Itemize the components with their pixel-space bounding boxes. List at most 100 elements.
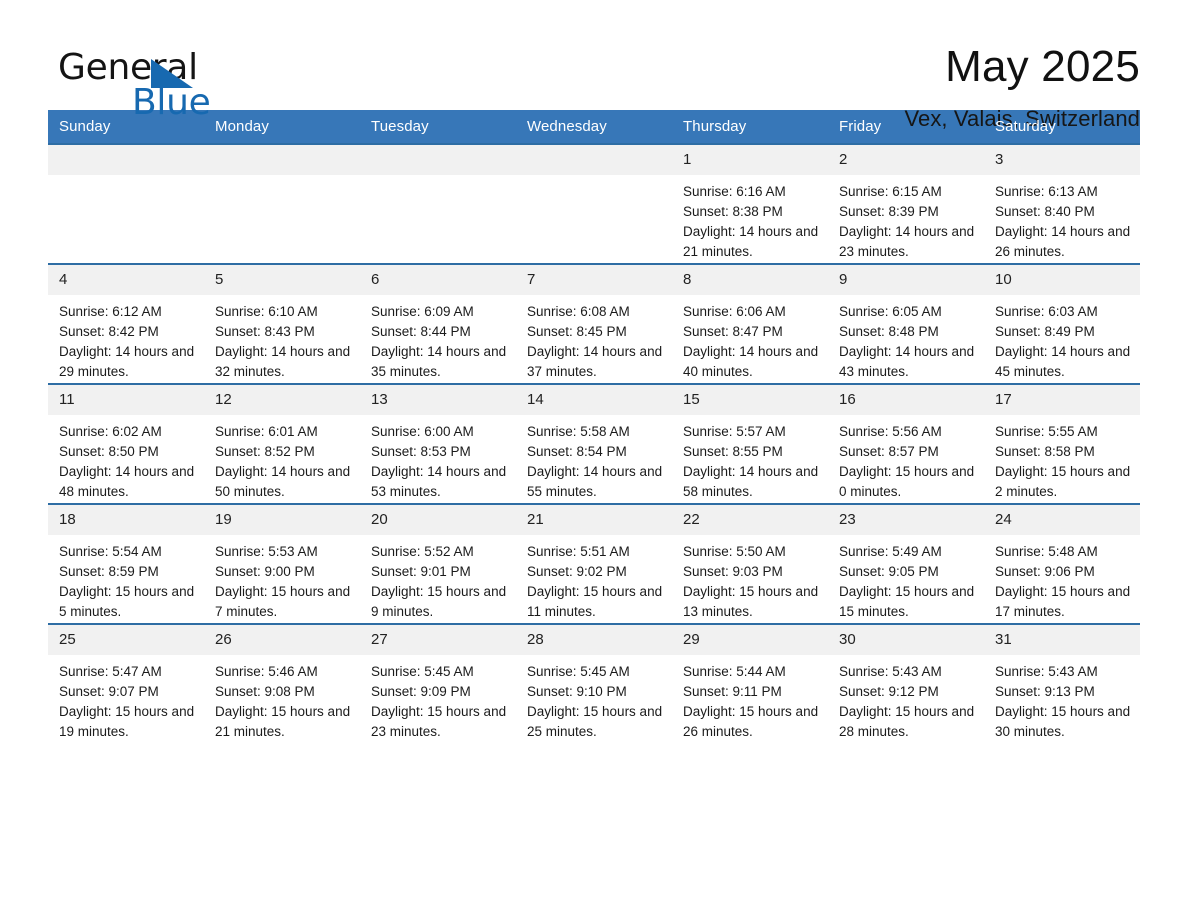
sunset-text: Sunset: 9:03 PM xyxy=(683,564,783,579)
sunset-text: Sunset: 9:00 PM xyxy=(215,564,315,579)
brand-word-blue: Blue xyxy=(132,82,211,123)
day-details: Sunrise: 6:06 AM Sunset: 8:47 PM Daylight:… xyxy=(672,295,828,382)
calendar-day-cell[interactable]: 25 Sunrise: 5:47 AM Sunset: 9:07 PM Dayligh… xyxy=(48,623,204,743)
calendar-day-cell[interactable]: 8 Sunrise: 6:06 AM Sunset: 8:47 PM Daylight… xyxy=(672,263,828,384)
calendar-day-cell[interactable]: 21 Sunrise: 5:51 AM Sunset: 9:02 PM Dayligh… xyxy=(516,503,672,624)
day-number: 9 xyxy=(828,265,984,295)
calendar-day-cell[interactable]: 16 Sunrise: 5:56 AM Sunset: 8:57 PM Dayligh… xyxy=(828,383,984,504)
sunset-text: Sunset: 9:05 PM xyxy=(839,564,939,579)
day-details: Sunrise: 6:13 AM Sunset: 8:40 PM Daylight:… xyxy=(984,175,1140,262)
day-details: Sunrise: 5:54 AM Sunset: 8:59 PM Daylight:… xyxy=(48,535,204,622)
weekday-header-thursday: Thursday xyxy=(672,110,828,144)
calendar-day-cell[interactable]: 2 Sunrise: 6:15 AM Sunset: 8:39 PM Daylight… xyxy=(828,143,984,264)
day-number: 15 xyxy=(672,385,828,415)
sunrise-text: Sunrise: 5:55 AM xyxy=(995,424,1098,439)
sunrise-text: Sunrise: 5:47 AM xyxy=(59,664,162,679)
sunrise-text: Sunrise: 5:58 AM xyxy=(527,424,630,439)
daylight-text: Daylight: 15 hours and 30 minutes. xyxy=(995,704,1134,739)
calendar-day-cell-empty xyxy=(204,143,360,264)
calendar-day-cell[interactable]: 10 Sunrise: 6:03 AM Sunset: 8:49 PM Dayligh… xyxy=(984,263,1140,384)
calendar-day-cell[interactable]: 4 Sunrise: 6:12 AM Sunset: 8:42 PM Daylight… xyxy=(48,263,204,384)
calendar-day-cell[interactable]: 13 Sunrise: 6:00 AM Sunset: 8:53 PM Dayligh… xyxy=(360,383,516,504)
weekday-header-tuesday: Tuesday xyxy=(360,110,516,144)
day-number: 25 xyxy=(48,625,204,655)
day-details: Sunrise: 5:43 AM Sunset: 9:12 PM Daylight:… xyxy=(828,655,984,742)
day-number xyxy=(360,145,516,175)
sunrise-text: Sunrise: 6:02 AM xyxy=(59,424,162,439)
day-details: Sunrise: 5:48 AM Sunset: 9:06 PM Daylight:… xyxy=(984,535,1140,622)
daylight-text: Daylight: 14 hours and 58 minutes. xyxy=(683,464,822,499)
calendar-day-cell[interactable]: 20 Sunrise: 5:52 AM Sunset: 9:01 PM Dayligh… xyxy=(360,503,516,624)
calendar-day-cell[interactable]: 24 Sunrise: 5:48 AM Sunset: 9:06 PM Dayligh… xyxy=(984,503,1140,624)
calendar-day-cell[interactable]: 27 Sunrise: 5:45 AM Sunset: 9:09 PM Dayligh… xyxy=(360,623,516,743)
calendar-day-cell[interactable]: 7 Sunrise: 6:08 AM Sunset: 8:45 PM Daylight… xyxy=(516,263,672,384)
calendar-day-cell[interactable]: 14 Sunrise: 5:58 AM Sunset: 8:54 PM Dayligh… xyxy=(516,383,672,504)
day-details: Sunrise: 6:01 AM Sunset: 8:52 PM Daylight:… xyxy=(204,415,360,502)
calendar-day-cell[interactable]: 18 Sunrise: 5:54 AM Sunset: 8:59 PM Dayligh… xyxy=(48,503,204,624)
sunrise-text: Sunrise: 5:56 AM xyxy=(839,424,942,439)
day-number: 7 xyxy=(516,265,672,295)
daylight-text: Daylight: 14 hours and 37 minutes. xyxy=(527,344,666,379)
day-number: 2 xyxy=(828,145,984,175)
day-details: Sunrise: 5:57 AM Sunset: 8:55 PM Daylight:… xyxy=(672,415,828,502)
calendar-day-cell[interactable]: 30 Sunrise: 5:43 AM Sunset: 9:12 PM Dayligh… xyxy=(828,623,984,743)
day-details: Sunrise: 6:05 AM Sunset: 8:48 PM Daylight:… xyxy=(828,295,984,382)
sunset-text: Sunset: 9:02 PM xyxy=(527,564,627,579)
calendar-day-cell[interactable]: 12 Sunrise: 6:01 AM Sunset: 8:52 PM Dayligh… xyxy=(204,383,360,504)
calendar-day-cell[interactable]: 9 Sunrise: 6:05 AM Sunset: 8:48 PM Daylight… xyxy=(828,263,984,384)
daylight-text: Daylight: 14 hours and 29 minutes. xyxy=(59,344,198,379)
daylight-text: Daylight: 15 hours and 7 minutes. xyxy=(215,584,354,619)
sunset-text: Sunset: 9:13 PM xyxy=(995,684,1095,699)
day-details: Sunrise: 5:58 AM Sunset: 8:54 PM Daylight:… xyxy=(516,415,672,502)
sunrise-text: Sunrise: 6:12 AM xyxy=(59,304,162,319)
calendar-week-row: 25 Sunrise: 5:47 AM Sunset: 9:07 PM Dayligh… xyxy=(48,623,1140,743)
day-details: Sunrise: 5:52 AM Sunset: 9:01 PM Daylight:… xyxy=(360,535,516,622)
calendar-page: General Blue May 2025 Vex, Valais, Switz… xyxy=(0,0,1188,918)
daylight-text: Daylight: 14 hours and 43 minutes. xyxy=(839,344,978,379)
sunrise-text: Sunrise: 6:08 AM xyxy=(527,304,630,319)
calendar-day-cell[interactable]: 26 Sunrise: 5:46 AM Sunset: 9:08 PM Dayligh… xyxy=(204,623,360,743)
sunset-text: Sunset: 8:40 PM xyxy=(995,204,1095,219)
daylight-text: Daylight: 15 hours and 21 minutes. xyxy=(215,704,354,739)
sunrise-text: Sunrise: 5:48 AM xyxy=(995,544,1098,559)
day-number: 17 xyxy=(984,385,1140,415)
sunset-text: Sunset: 9:07 PM xyxy=(59,684,159,699)
daylight-text: Daylight: 14 hours and 50 minutes. xyxy=(215,464,354,499)
sunset-text: Sunset: 8:47 PM xyxy=(683,324,783,339)
calendar-day-cell[interactable]: 1 Sunrise: 6:16 AM Sunset: 8:38 PM Daylight… xyxy=(672,143,828,264)
sunrise-text: Sunrise: 6:06 AM xyxy=(683,304,786,319)
day-number xyxy=(204,145,360,175)
calendar-day-cell[interactable]: 5 Sunrise: 6:10 AM Sunset: 8:43 PM Daylight… xyxy=(204,263,360,384)
daylight-text: Daylight: 14 hours and 55 minutes. xyxy=(527,464,666,499)
sunrise-text: Sunrise: 5:54 AM xyxy=(59,544,162,559)
sunrise-text: Sunrise: 5:43 AM xyxy=(995,664,1098,679)
calendar-day-cell[interactable]: 28 Sunrise: 5:45 AM Sunset: 9:10 PM Dayligh… xyxy=(516,623,672,743)
calendar-day-cell[interactable]: 23 Sunrise: 5:49 AM Sunset: 9:05 PM Dayligh… xyxy=(828,503,984,624)
general-blue-logo[interactable]: General Blue xyxy=(48,42,258,123)
calendar-day-cell[interactable]: 22 Sunrise: 5:50 AM Sunset: 9:03 PM Dayligh… xyxy=(672,503,828,624)
sunrise-text: Sunrise: 6:05 AM xyxy=(839,304,942,319)
calendar-day-cell[interactable]: 3 Sunrise: 6:13 AM Sunset: 8:40 PM Daylight… xyxy=(984,143,1140,264)
daylight-text: Daylight: 15 hours and 23 minutes. xyxy=(371,704,510,739)
calendar-day-cell[interactable]: 19 Sunrise: 5:53 AM Sunset: 9:00 PM Dayligh… xyxy=(204,503,360,624)
calendar-body: 1 Sunrise: 6:16 AM Sunset: 8:38 PM Daylight… xyxy=(48,143,1140,743)
calendar-day-cell[interactable]: 15 Sunrise: 5:57 AM Sunset: 8:55 PM Dayligh… xyxy=(672,383,828,504)
sunset-text: Sunset: 8:52 PM xyxy=(215,444,315,459)
sunrise-text: Sunrise: 5:49 AM xyxy=(839,544,942,559)
day-details: Sunrise: 6:08 AM Sunset: 8:45 PM Daylight:… xyxy=(516,295,672,382)
day-number: 20 xyxy=(360,505,516,535)
daylight-text: Daylight: 15 hours and 15 minutes. xyxy=(839,584,978,619)
calendar-day-cell[interactable]: 6 Sunrise: 6:09 AM Sunset: 8:44 PM Daylight… xyxy=(360,263,516,384)
daylight-text: Daylight: 14 hours and 32 minutes. xyxy=(215,344,354,379)
day-number: 12 xyxy=(204,385,360,415)
calendar-day-cell[interactable]: 29 Sunrise: 5:44 AM Sunset: 9:11 PM Dayligh… xyxy=(672,623,828,743)
calendar-day-cell[interactable]: 11 Sunrise: 6:02 AM Sunset: 8:50 PM Dayligh… xyxy=(48,383,204,504)
calendar-day-cell[interactable]: 31 Sunrise: 5:43 AM Sunset: 9:13 PM Dayligh… xyxy=(984,623,1140,743)
daylight-text: Daylight: 15 hours and 11 minutes. xyxy=(527,584,666,619)
calendar-day-cell[interactable]: 17 Sunrise: 5:55 AM Sunset: 8:58 PM Dayligh… xyxy=(984,383,1140,504)
calendar-week-row: 18 Sunrise: 5:54 AM Sunset: 8:59 PM Dayligh… xyxy=(48,503,1140,624)
day-number: 1 xyxy=(672,145,828,175)
sunrise-text: Sunrise: 6:01 AM xyxy=(215,424,318,439)
day-details: Sunrise: 5:46 AM Sunset: 9:08 PM Daylight:… xyxy=(204,655,360,742)
sunset-text: Sunset: 9:11 PM xyxy=(683,684,782,699)
